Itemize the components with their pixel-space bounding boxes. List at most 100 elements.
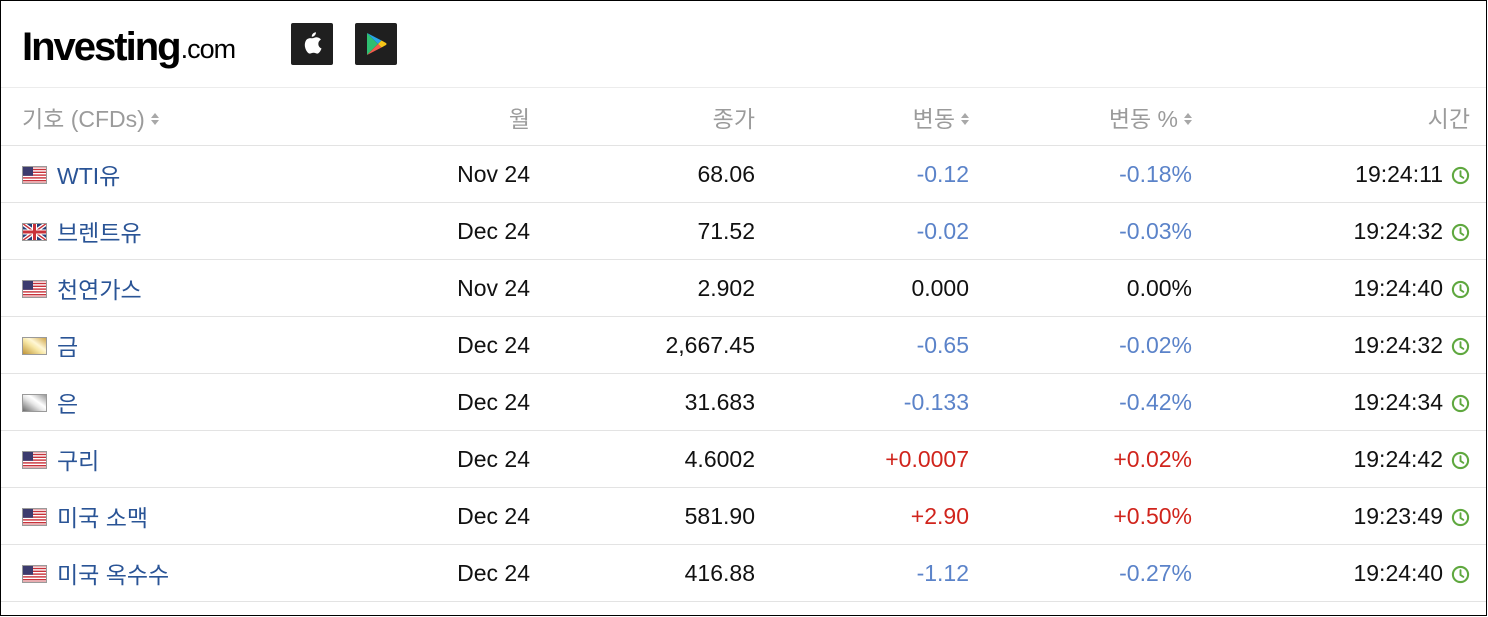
time-value: 19:24:42 (1353, 445, 1443, 472)
close-cell: 416.88 (530, 544, 755, 602)
clock-icon (1451, 563, 1470, 584)
month-cell: Nov 24 (381, 259, 530, 317)
silver-flag-icon (22, 391, 47, 412)
column-header-change-pct[interactable]: 변동 % (969, 87, 1192, 146)
close-cell: 581.90 (530, 487, 755, 545)
time-cell: 19:23:49 (1192, 487, 1486, 545)
symbol-link[interactable]: 구리 (57, 448, 99, 474)
table-row: WTI유 Nov 24 68.06 -0.12 -0.18% 19:24:11 (1, 145, 1486, 203)
symbol-link[interactable]: 은 (57, 391, 78, 417)
month-cell: Dec 24 (381, 544, 530, 602)
clock-icon (1451, 164, 1470, 185)
symbol-link[interactable]: WTI유 (57, 163, 120, 189)
us-flag-icon (22, 505, 47, 526)
column-header-change-label: 변동 (912, 105, 955, 132)
sort-icon[interactable] (961, 112, 969, 126)
change-pct-cell: -0.18% (969, 145, 1192, 203)
google-play-button[interactable] (355, 23, 397, 65)
close-cell: 71.52 (530, 202, 755, 260)
investing-logo[interactable]: Investing .com (22, 21, 237, 69)
table-row: 미국 옥수수 Dec 24 416.88 -1.12 -0.27% 19:24:40 (1, 544, 1486, 602)
close-cell: 2.902 (530, 259, 755, 317)
uk-flag-icon (20, 220, 49, 243)
change-pct-cell: +0.50% (969, 487, 1192, 545)
clock-icon (1451, 392, 1470, 413)
time-cell: 19:24:40 (1192, 544, 1486, 602)
table-row: 은 Dec 24 31.683 -0.133 -0.42% 19:24:34 (1, 373, 1486, 431)
month-cell: Dec 24 (381, 430, 530, 488)
symbol-link[interactable]: 금 (57, 334, 78, 360)
symbol-cell: 미국 소맥 (1, 487, 381, 545)
gold-flag-icon (22, 334, 47, 355)
time-cell: 19:24:42 (1192, 430, 1486, 488)
change-pct-cell: -0.02% (969, 316, 1192, 374)
change-cell: +2.90 (755, 487, 969, 545)
sort-icon[interactable] (150, 112, 159, 126)
symbol-cell: 금 (1, 316, 381, 374)
time-value: 19:23:49 (1353, 502, 1443, 529)
symbol-link[interactable]: 천연가스 (57, 277, 142, 303)
us-flag-icon (22, 448, 47, 469)
symbol-cell: 천연가스 (1, 259, 381, 317)
symbol-link[interactable]: 브렌트유 (57, 220, 142, 246)
table-row: 천연가스 Nov 24 2.902 0.000 0.00% 19:24:40 (1, 259, 1486, 317)
column-header-change-pct-label: 변동 % (1108, 105, 1178, 132)
symbol-cell: 은 (1, 373, 381, 431)
table-row: 금 Dec 24 2,667.45 -0.65 -0.02% 19:24:32 (1, 316, 1486, 374)
change-cell: -0.02 (755, 202, 969, 260)
us-flag-icon (22, 163, 47, 184)
close-cell: 4.6002 (530, 430, 755, 488)
time-value: 19:24:34 (1353, 388, 1443, 415)
apple-icon (304, 32, 322, 54)
change-cell: -0.65 (755, 316, 969, 374)
symbol-link[interactable]: 미국 소맥 (57, 505, 148, 531)
time-cell: 19:24:34 (1192, 373, 1486, 431)
column-header-time: 시간 (1192, 87, 1486, 146)
google-play-icon (367, 33, 387, 55)
time-cell: 19:24:32 (1192, 316, 1486, 374)
clock-icon (1451, 506, 1470, 527)
column-header-month-label: 월 (508, 105, 530, 132)
month-cell: Dec 24 (381, 316, 530, 374)
close-cell: 2,667.45 (530, 316, 755, 374)
column-header-change[interactable]: 변동 (755, 87, 969, 146)
sort-icon[interactable] (1184, 112, 1192, 126)
quotes-table: 기호 (CFDs) 월 종가 변동 변동 % 시간 WTI유 Nov 24 68.0… (1, 87, 1486, 602)
change-cell: 0.000 (755, 259, 969, 317)
symbol-cell: 브렌트유 (1, 202, 381, 260)
change-cell: -0.12 (755, 145, 969, 203)
change-cell: +0.0007 (755, 430, 969, 488)
time-value: 19:24:32 (1353, 217, 1443, 244)
change-pct-cell: -0.03% (969, 202, 1192, 260)
month-cell: Nov 24 (381, 145, 530, 203)
month-cell: Dec 24 (381, 373, 530, 431)
symbol-cell: 미국 옥수수 (1, 544, 381, 602)
change-pct-cell: -0.27% (969, 544, 1192, 602)
column-header-symbol[interactable]: 기호 (CFDs) (1, 87, 381, 146)
column-header-close-label: 종가 (712, 105, 755, 132)
column-header-month: 월 (381, 87, 530, 146)
app-store-button[interactable] (291, 23, 333, 65)
symbol-link[interactable]: 미국 옥수수 (57, 562, 169, 588)
change-pct-cell: +0.02% (969, 430, 1192, 488)
close-cell: 68.06 (530, 145, 755, 203)
time-cell: 19:24:32 (1192, 202, 1486, 260)
time-value: 19:24:40 (1353, 559, 1443, 586)
logo-domain-text: .com (180, 34, 237, 64)
table-row: 미국 소맥 Dec 24 581.90 +2.90 +0.50% 19:23:49 (1, 487, 1486, 545)
clock-icon (1451, 278, 1470, 299)
table-header-row: 기호 (CFDs) 월 종가 변동 변동 % 시간 (1, 87, 1486, 146)
table-row: 구리 Dec 24 4.6002 +0.0007 +0.02% 19:24:42 (1, 430, 1486, 488)
month-cell: Dec 24 (381, 202, 530, 260)
time-value: 19:24:32 (1353, 331, 1443, 358)
widget-header: Investing .com (1, 1, 1486, 87)
clock-icon (1451, 221, 1470, 242)
clock-icon (1451, 449, 1470, 470)
table-row: 브렌트유 Dec 24 71.52 -0.02 -0.03% 19:24:32 (1, 202, 1486, 260)
change-cell: -1.12 (755, 544, 969, 602)
clock-icon (1451, 335, 1470, 356)
change-cell: -0.133 (755, 373, 969, 431)
us-flag-icon (22, 562, 47, 583)
close-cell: 31.683 (530, 373, 755, 431)
change-pct-cell: 0.00% (969, 259, 1192, 317)
